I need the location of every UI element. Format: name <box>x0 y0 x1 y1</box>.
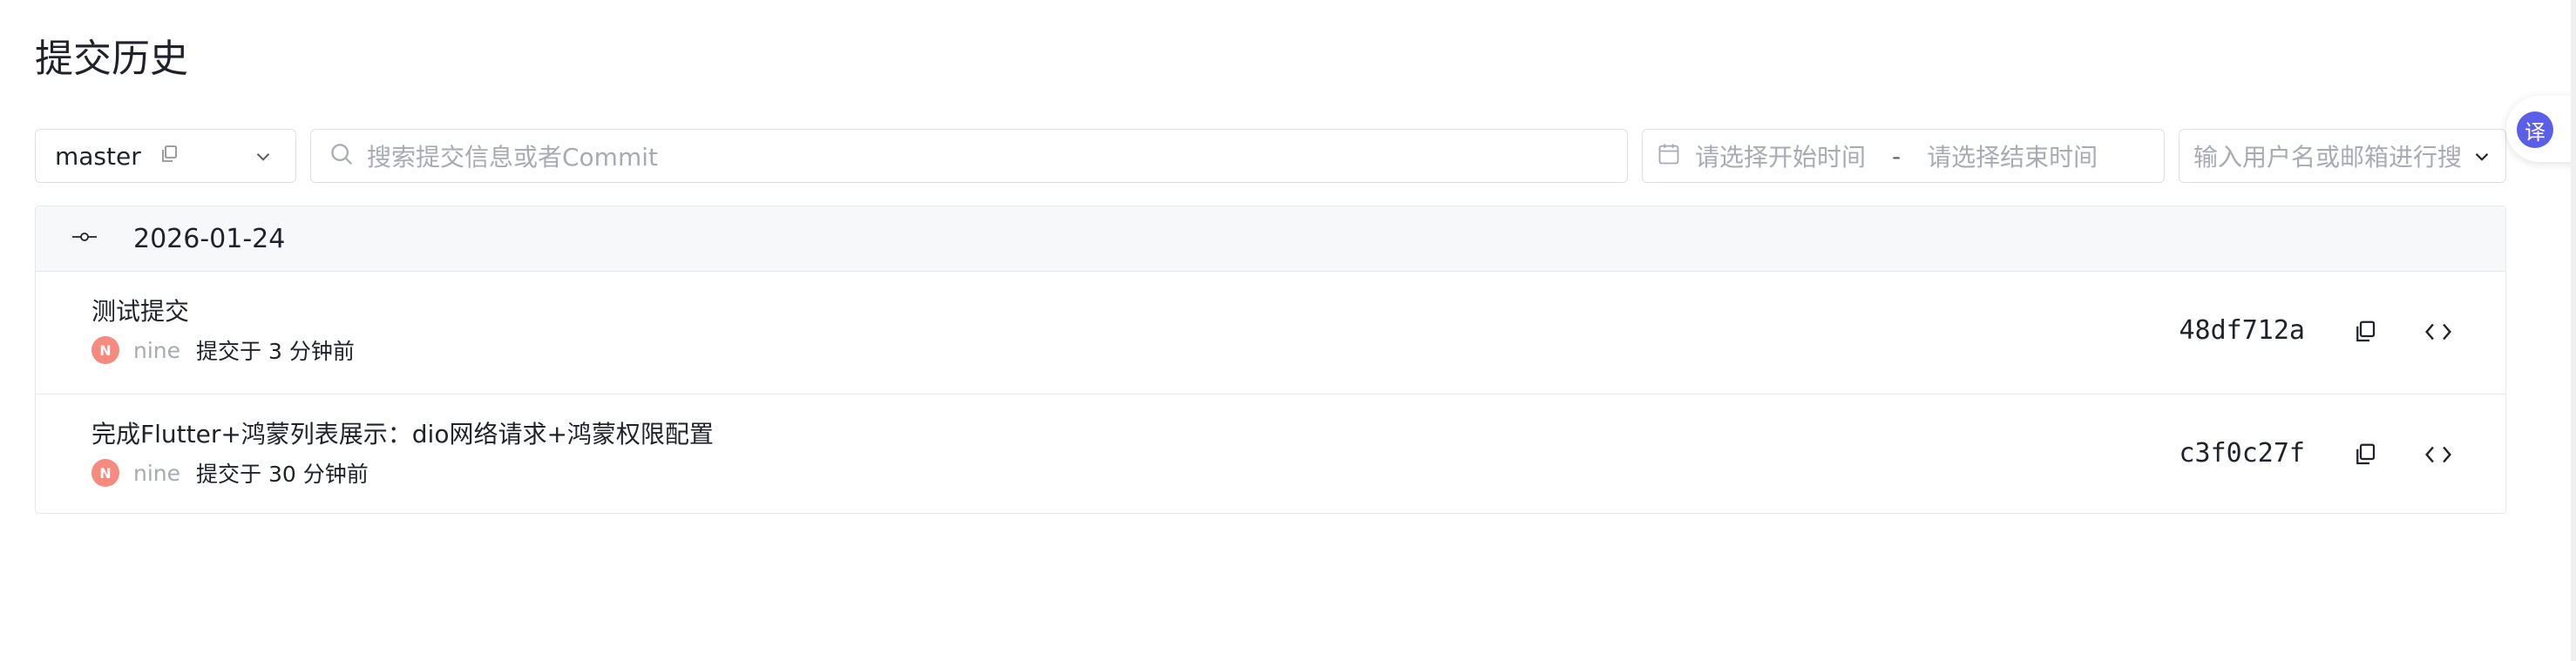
calendar-icon <box>1657 142 1681 170</box>
avatar: N <box>92 459 119 487</box>
commit-row[interactable]: 测试提交 N nine 提交于 3 分钟前 48df712a <box>36 272 2505 395</box>
translate-button[interactable]: 译 <box>2517 111 2553 148</box>
commit-hash[interactable]: c3f0c27f <box>2179 438 2306 469</box>
commit-list: 2026-01-24 测试提交 N nine 提交于 3 分钟前 48df712… <box>35 206 2506 514</box>
date-end-placeholder[interactable]: 请选择结束时间 <box>1927 138 2098 173</box>
commit-meta: N nine 提交于 30 分钟前 <box>92 457 369 489</box>
code-icon[interactable] <box>2423 442 2453 471</box>
avatar: N <box>92 336 119 364</box>
commit-meta: N nine 提交于 3 分钟前 <box>92 334 355 366</box>
branch-name: master <box>55 141 141 171</box>
commit-author[interactable]: nine <box>133 461 180 486</box>
commit-hash[interactable]: 48df712a <box>2179 315 2306 346</box>
search-icon <box>329 141 355 171</box>
commit-row[interactable]: 完成Flutter+鸿蒙列表展示：dio网络请求+鸿蒙权限配置 N nine 提… <box>36 395 2505 516</box>
page-title: 提交历史 <box>35 37 188 81</box>
filter-bar: master 搜索提交信息或者Commit 请选择开始时间 - 请选择结束时间 … <box>35 129 2506 185</box>
chevron-down-icon <box>2471 145 2493 172</box>
search-placeholder: 搜索提交信息或者Commit <box>367 143 658 172</box>
date-range-picker[interactable]: 请选择开始时间 - 请选择结束时间 <box>1642 129 2165 183</box>
commit-time: 提交于 30 分钟前 <box>196 462 369 487</box>
copy-icon[interactable] <box>159 144 180 168</box>
copy-icon[interactable] <box>2352 442 2378 471</box>
commit-group-date: 2026-01-24 <box>133 223 286 254</box>
commit-icon <box>72 228 97 249</box>
date-start-placeholder[interactable]: 请选择开始时间 <box>1695 138 1866 173</box>
user-placeholder: 输入用户名或邮箱进行搜 <box>2193 143 2463 172</box>
user-search-input[interactable]: 输入用户名或邮箱进行搜 <box>2179 129 2506 183</box>
branch-select[interactable]: master <box>35 129 296 183</box>
commit-author[interactable]: nine <box>133 338 180 363</box>
commit-message[interactable]: 测试提交 <box>92 293 189 327</box>
date-separator: - <box>1892 141 1901 171</box>
commit-message[interactable]: 完成Flutter+鸿蒙列表展示：dio网络请求+鸿蒙权限配置 <box>92 415 714 450</box>
code-icon[interactable] <box>2423 319 2453 348</box>
copy-icon[interactable] <box>2352 319 2378 348</box>
commit-group-header: 2026-01-24 <box>36 206 2505 272</box>
chevron-down-icon <box>252 145 275 172</box>
search-input[interactable]: 搜索提交信息或者Commit <box>310 129 1628 183</box>
translate-widget[interactable]: 译 <box>2506 96 2576 162</box>
scrollbar[interactable] <box>2571 0 2576 661</box>
commit-time: 提交于 3 分钟前 <box>196 339 355 364</box>
